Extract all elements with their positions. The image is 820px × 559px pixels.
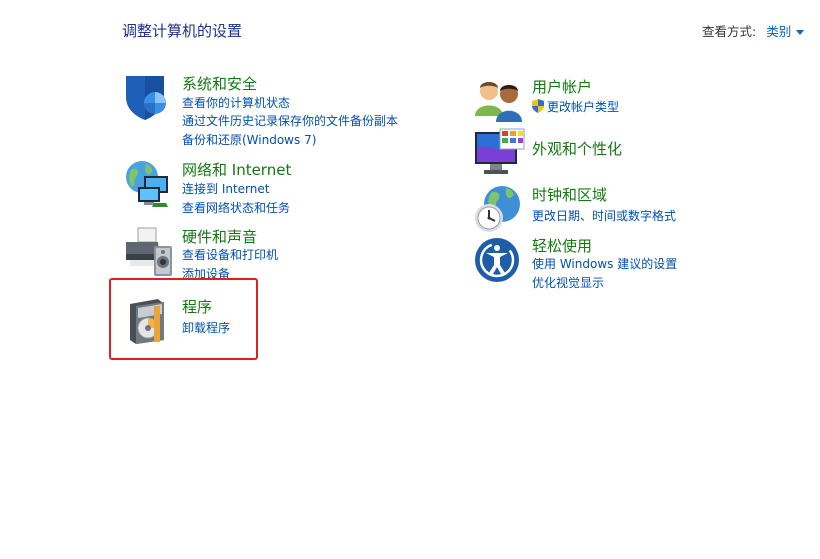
ease-of-access-icon[interactable] xyxy=(474,235,526,287)
page-title: 调整计算机的设置 xyxy=(122,22,243,40)
category-title[interactable]: 系统和安全 xyxy=(182,73,257,94)
link-connect-internet[interactable]: 连接到 Internet xyxy=(182,180,269,197)
link-view-computer-status[interactable]: 查看你的计算机状态 xyxy=(182,94,290,111)
category-ease-of-access: 轻松使用 使用 Windows 建议的设置 优化视觉显示 xyxy=(474,235,774,290)
monitor-palette-icon[interactable] xyxy=(474,128,526,180)
link-recommended-settings[interactable]: 使用 Windows 建议的设置 xyxy=(532,255,677,272)
clock-globe-icon[interactable] xyxy=(474,184,526,236)
category-system-security: 系统和安全 查看你的计算机状态 通过文件历史记录保存你的文件备份副本 备份和还原… xyxy=(124,73,424,148)
link-devices-printers[interactable]: 查看设备和打印机 xyxy=(182,246,278,263)
view-by-dropdown[interactable]: 类别 xyxy=(766,24,805,39)
category-title[interactable]: 用户帐户 xyxy=(532,76,592,97)
shield-icon[interactable] xyxy=(124,73,176,125)
category-title[interactable]: 硬件和声音 xyxy=(182,226,257,247)
uac-shield-icon xyxy=(532,99,544,113)
printer-icon[interactable] xyxy=(124,226,176,278)
category-title[interactable]: 轻松使用 xyxy=(532,235,592,256)
view-by-label: 查看方式: xyxy=(702,24,757,39)
category-appearance: 外观和个性化 xyxy=(474,128,774,174)
link-change-account-type[interactable]: 更改帐户类型 xyxy=(532,98,619,115)
chevron-down-icon[interactable] xyxy=(796,30,805,35)
link-label: 更改帐户类型 xyxy=(547,100,620,114)
view-by-value: 类别 xyxy=(766,24,792,39)
link-backup-restore[interactable]: 备份和还原(Windows 7) xyxy=(182,131,316,148)
highlight-box xyxy=(109,278,258,360)
category-title[interactable]: 网络和 Internet xyxy=(182,159,291,180)
category-hardware-sound: 硬件和声音 查看设备和打印机 添加设备 xyxy=(124,226,424,286)
link-file-history[interactable]: 通过文件历史记录保存你的文件备份副本 xyxy=(182,112,398,129)
category-title[interactable]: 外观和个性化 xyxy=(532,138,622,159)
user-accounts-icon[interactable] xyxy=(474,76,526,128)
link-optimize-visual[interactable]: 优化视觉显示 xyxy=(532,274,604,291)
category-title[interactable]: 时钟和区域 xyxy=(532,184,607,205)
category-clock-region: 时钟和区域 更改日期、时间或数字格式 xyxy=(474,184,774,232)
link-change-date-time[interactable]: 更改日期、时间或数字格式 xyxy=(532,207,676,224)
category-network-internet: 网络和 Internet 连接到 Internet 查看网络状态和任务 xyxy=(124,159,424,219)
link-network-status[interactable]: 查看网络状态和任务 xyxy=(182,199,290,216)
view-by: 查看方式: 类别 xyxy=(702,21,805,40)
category-user-accounts: 用户帐户 更改帐户类型 xyxy=(474,76,774,122)
network-globe-icon[interactable] xyxy=(124,159,176,211)
